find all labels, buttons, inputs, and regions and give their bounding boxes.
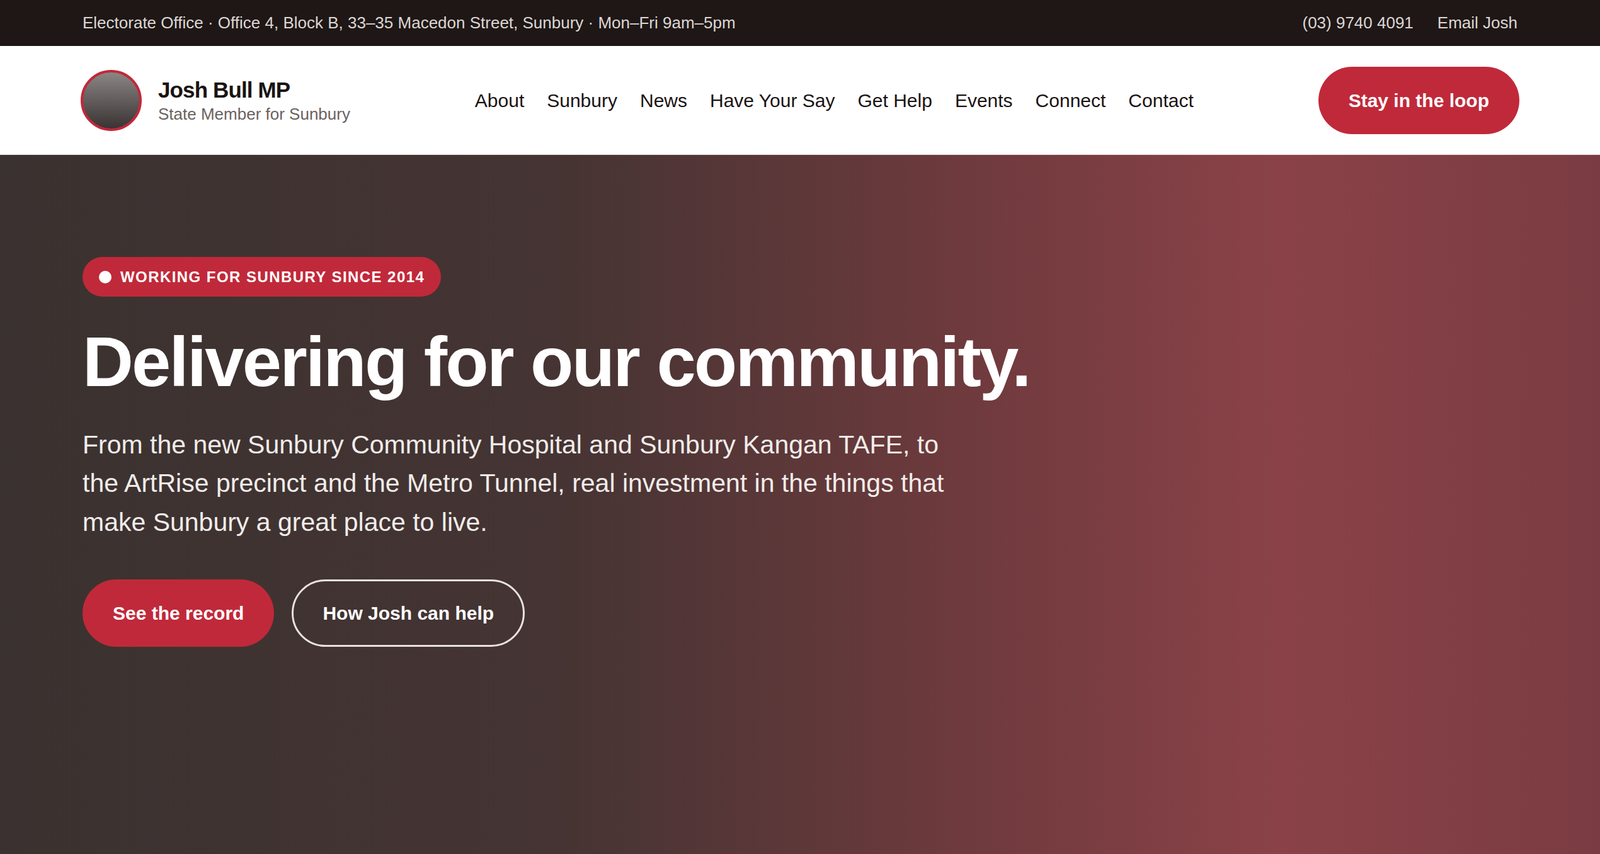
hero-button[interactable]: How Josh can help xyxy=(291,579,525,647)
top-bar-links: (03) 9740 4091 Email Josh xyxy=(1302,10,1518,36)
badge-text: WORKING FOR SUNBURY SINCE 2014 xyxy=(120,265,425,289)
hero: WORKING FOR SUNBURY SINCE 2014 Delivering… xyxy=(0,154,1600,854)
office-address: Electorate Office · Office 4, Block B, 3… xyxy=(82,10,736,36)
nav-link[interactable]: Have Your Say xyxy=(709,86,835,115)
hero-heading: Delivering for our community. xyxy=(82,321,1030,404)
brand-name: Josh Bull MP xyxy=(158,76,351,104)
hero-text: From the new Sunbury Community Hospital … xyxy=(82,425,952,543)
nav-bar: Josh Bull MPState Member for Sunbury Abou… xyxy=(0,45,1600,155)
hero-badge: WORKING FOR SUNBURY SINCE 2014 xyxy=(82,257,441,297)
brand[interactable]: Josh Bull MPState Member for Sunbury xyxy=(80,69,351,132)
page: Electorate Office · Office 4, Block B, 3… xyxy=(0,0,1600,854)
brand-text: Josh Bull MPState Member for Sunbury xyxy=(158,76,351,125)
top-bar: Electorate Office · Office 4, Block B, 3… xyxy=(0,0,1600,46)
nav-link[interactable]: Get Help xyxy=(857,86,932,115)
brand-subtitle: State Member for Sunbury xyxy=(158,103,351,125)
stay-in-loop-button[interactable]: Stay in the loop xyxy=(1318,66,1520,135)
phone-link[interactable]: (03) 9740 4091 xyxy=(1302,10,1413,36)
avatar-logo xyxy=(80,69,142,132)
nav-link[interactable]: Connect xyxy=(1035,86,1107,115)
nav-link[interactable]: Contact xyxy=(1128,86,1194,115)
nav-link[interactable]: Events xyxy=(954,86,1013,115)
hero-button[interactable]: See the record xyxy=(82,579,275,647)
nav-link[interactable]: Sunbury xyxy=(546,86,618,115)
nav-link[interactable]: News xyxy=(640,86,688,115)
nav-link[interactable]: About xyxy=(474,86,525,115)
email-link[interactable]: Email Josh xyxy=(1437,10,1518,36)
hero-buttons: See the recordHow Josh can help xyxy=(82,579,525,647)
badge-dot-icon xyxy=(98,270,112,284)
main-nav: About Sunbury News Have Your Say Get Help Eve… xyxy=(474,86,1194,115)
